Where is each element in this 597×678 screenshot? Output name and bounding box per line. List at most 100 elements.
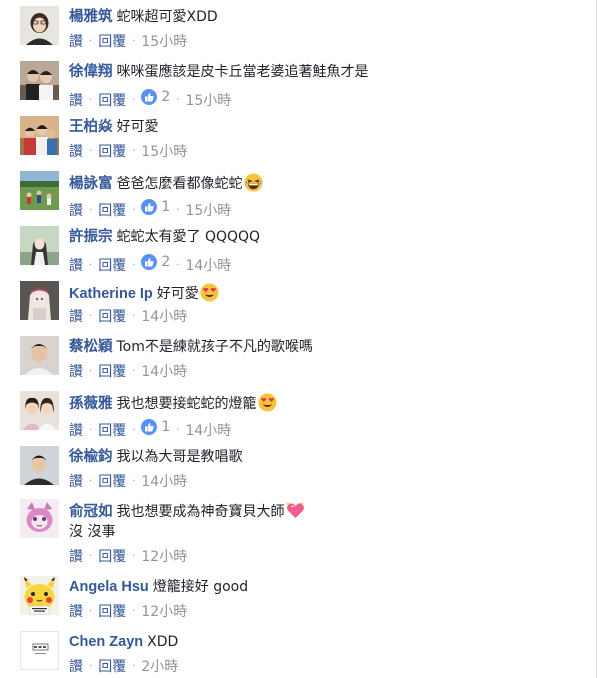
reply-button[interactable]: 回覆: [98, 604, 126, 620]
comment-thread: 楊雅筑 蛇咪超可愛XDD 讚 · 回覆 · 15小時 徐偉翔 咪咪蛋應該是皮卡丘當老婆追著鮭…: [0, 0, 597, 678]
comment-timestamp[interactable]: 12小時: [141, 604, 187, 620]
portrait-avatar-2-icon: [20, 336, 59, 375]
like-button[interactable]: 讚: [69, 604, 83, 620]
comment-timestamp[interactable]: 14小時: [185, 258, 231, 274]
avatar[interactable]: [20, 116, 59, 155]
separator-dot: ·: [132, 146, 136, 157]
comment-timestamp[interactable]: 15小時: [141, 144, 187, 160]
separator-dot: ·: [89, 260, 93, 271]
separator-dot: ·: [132, 661, 136, 672]
anime-girl-avatar-icon: [20, 226, 59, 265]
comment-text: 好可愛: [156, 286, 199, 302]
comment-author-link[interactable]: 徐偉翔: [69, 64, 113, 80]
like-button[interactable]: 讚: [69, 203, 83, 219]
comment-author-link[interactable]: Angela Hsu: [69, 579, 149, 595]
thumbs-up-icon: [141, 254, 158, 270]
like-count-number: 2: [161, 89, 171, 105]
separator-dot: ·: [132, 311, 136, 322]
like-button[interactable]: 讚: [69, 474, 83, 490]
like-count-number: 1: [161, 199, 171, 215]
like-count[interactable]: 2: [141, 253, 170, 271]
separator-dot: ·: [89, 366, 93, 377]
comment-text: 我以為大哥是教唱歌: [116, 449, 243, 465]
separator-dot: ·: [89, 95, 93, 106]
comment-author-link[interactable]: 蔡松穎: [69, 339, 113, 355]
couple-photo-avatar-icon: [20, 61, 59, 100]
comment-text: XDD: [147, 634, 179, 650]
like-button[interactable]: 讚: [69, 659, 83, 675]
comment-author-link[interactable]: 楊詠富: [69, 176, 113, 192]
separator-dot: ·: [132, 205, 136, 216]
comment-timestamp[interactable]: 14小時: [141, 309, 187, 325]
avatar[interactable]: [20, 61, 59, 100]
comment-timestamp[interactable]: 2小時: [141, 659, 178, 675]
comment-text: 我也想要接蛇蛇的燈籠: [116, 396, 257, 412]
comment-author-link[interactable]: 孫薇雅: [69, 396, 113, 412]
comment-author-link[interactable]: 許振宗: [69, 229, 113, 245]
like-count[interactable]: 1: [141, 418, 170, 436]
avatar[interactable]: [20, 499, 59, 538]
comment-text: 咪咪蛋應該是皮卡丘當老婆追著鮭魚才是: [116, 64, 369, 80]
like-button[interactable]: 讚: [69, 364, 83, 380]
separator-dot: ·: [89, 36, 93, 47]
comment-author-link[interactable]: 俞冠如: [69, 504, 113, 520]
comment-timestamp[interactable]: 14小時: [185, 423, 231, 439]
like-count[interactable]: 2: [141, 88, 170, 106]
reply-button[interactable]: 回覆: [98, 309, 126, 325]
like-button[interactable]: 讚: [69, 423, 83, 439]
reply-button[interactable]: 回覆: [98, 549, 126, 565]
comment-author-link[interactable]: Katherine Ip: [69, 286, 153, 302]
comment-text: 我也想要成為神奇寶貝大師: [116, 504, 285, 520]
portrait-avatar-icon: [20, 6, 59, 45]
comment-timestamp[interactable]: 14小時: [141, 364, 187, 380]
separator-dot: ·: [176, 260, 180, 271]
like-button[interactable]: 讚: [69, 144, 83, 160]
comment-timestamp[interactable]: 15小時: [185, 203, 231, 219]
avatar[interactable]: [20, 631, 59, 670]
like-button[interactable]: 讚: [69, 34, 83, 50]
avatar[interactable]: [20, 6, 59, 45]
avatar[interactable]: [20, 226, 59, 265]
like-button[interactable]: 讚: [69, 93, 83, 109]
comment-text: Tom不是練就孩子不凡的歌喉嗎: [116, 339, 313, 355]
avatar[interactable]: [20, 576, 59, 615]
avatar[interactable]: [20, 281, 59, 320]
comment-author-link[interactable]: 楊雅筑: [69, 9, 113, 25]
portrait-avatar-3-icon: [20, 446, 59, 485]
like-button[interactable]: 讚: [69, 258, 83, 274]
reply-button[interactable]: 回覆: [98, 203, 126, 219]
like-button[interactable]: 讚: [69, 549, 83, 565]
selfie-couple-avatar-icon: [20, 391, 59, 430]
comment-text: 燈籠接好 good: [152, 579, 249, 595]
reply-button[interactable]: 回覆: [98, 93, 126, 109]
comment-author-link[interactable]: 王柏焱: [69, 119, 113, 135]
avatar[interactable]: [20, 336, 59, 375]
avatar[interactable]: [20, 171, 59, 210]
reply-button[interactable]: 回覆: [98, 34, 126, 50]
separator-dot: ·: [89, 205, 93, 216]
separator-dot: ·: [89, 551, 93, 562]
reply-button[interactable]: 回覆: [98, 474, 126, 490]
comment-author-link[interactable]: Chen Zayn: [69, 634, 143, 650]
group-photo-avatar-icon: [20, 116, 59, 155]
reply-button[interactable]: 回覆: [98, 258, 126, 274]
reply-button[interactable]: 回覆: [98, 423, 126, 439]
logo-avatar-icon: [21, 632, 58, 669]
avatar[interactable]: [20, 391, 59, 430]
comment-text: 爸爸怎麼看都像蛇蛇: [116, 176, 243, 192]
comment-timestamp[interactable]: 15小時: [141, 34, 187, 50]
reply-button[interactable]: 回覆: [98, 144, 126, 160]
separator-dot: ·: [89, 476, 93, 487]
comment-text: 蛇蛇太有愛了 QQQQQ: [116, 229, 261, 245]
comment-timestamp[interactable]: 15小時: [185, 93, 231, 109]
reply-button[interactable]: 回覆: [98, 364, 126, 380]
separator-dot: ·: [132, 606, 136, 617]
like-count-number: 2: [161, 254, 171, 270]
comment-timestamp[interactable]: 12小時: [141, 549, 187, 565]
like-button[interactable]: 讚: [69, 309, 83, 325]
reply-button[interactable]: 回覆: [98, 659, 126, 675]
comment-author-link[interactable]: 徐楡鈞: [69, 449, 113, 465]
like-count[interactable]: 1: [141, 198, 170, 216]
comment-timestamp[interactable]: 14小時: [141, 474, 187, 490]
avatar[interactable]: [20, 446, 59, 485]
